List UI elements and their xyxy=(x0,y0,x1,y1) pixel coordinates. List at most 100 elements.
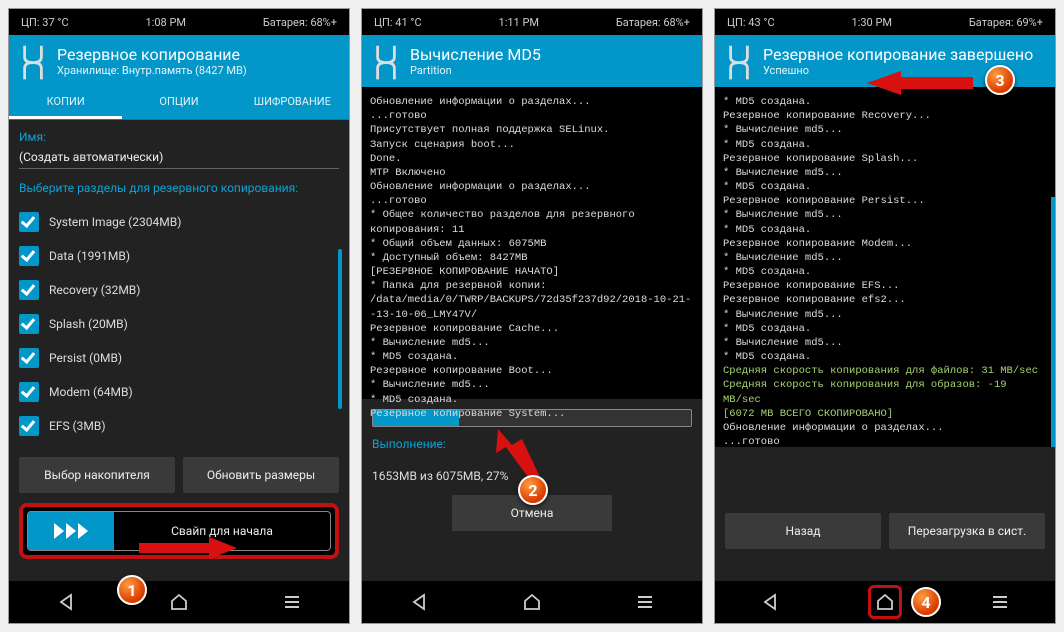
page-subtitle: Хранилище: Внутр.память (8427 MB) xyxy=(57,64,247,77)
menu-icon[interactable] xyxy=(279,589,305,615)
back-icon[interactable] xyxy=(406,589,432,615)
console-line: * Вычисление md5... xyxy=(723,336,1047,350)
swipe-handle-icon[interactable] xyxy=(28,512,114,550)
tab-encryption[interactable]: ШИФРОВАНИЕ xyxy=(236,87,349,119)
checkbox-icon xyxy=(19,382,39,402)
scrollbar-icon[interactable] xyxy=(338,249,342,409)
battery: Батарея: 69%+ xyxy=(969,16,1043,29)
partition-checkbox[interactable]: Persist (0MB) xyxy=(19,341,339,375)
console-line: * Доступный объем: 8427MB xyxy=(370,251,694,265)
console-line: Резервное копирование Boot... xyxy=(370,364,694,378)
screenshot-2: ЦП: 41 °C 1:11 PM Батарея: 68%+ Вычислен… xyxy=(361,8,703,624)
reboot-system-button[interactable]: Перезагрузка в сист. xyxy=(889,513,1045,549)
checkbox-icon xyxy=(19,314,39,334)
console-line: * Вычисление md5... xyxy=(370,378,694,392)
clock: 1:11 PM xyxy=(499,16,539,29)
console-line: ...готово xyxy=(723,435,1047,447)
partition-select-label: Выберите разделы для резервного копирова… xyxy=(19,181,339,195)
page-subtitle: Partition xyxy=(410,64,541,77)
console-line: Присутствует полная поддержка SELinux. xyxy=(370,123,694,137)
console-line: * MD5 создана. xyxy=(723,223,1047,237)
status-bar: ЦП: 37 °C 1:08 PM Батарея: 68%+ xyxy=(9,9,349,35)
console-line: * Общее количество разделов для резервно… xyxy=(370,208,694,236)
console-line: * MD5 создана. xyxy=(370,350,694,364)
screenshot-3: ЦП: 43 °C 1:30 PM Батарея: 69%+ Резервно… xyxy=(714,8,1056,624)
checkbox-icon xyxy=(19,280,39,300)
console-line: * Вычисление md5... xyxy=(723,123,1047,137)
app-header: Резервное копирование Хранилище: Внутр.п… xyxy=(9,35,349,87)
name-label: Имя: xyxy=(19,130,339,144)
twrp-logo-icon xyxy=(372,43,400,79)
console-line: ...готово xyxy=(370,109,694,123)
console-line: * MD5 создана. xyxy=(723,265,1047,279)
nav-bar xyxy=(715,581,1055,623)
battery: Батарея: 68%+ xyxy=(616,16,690,29)
console-line: Обновление информации о разделах... xyxy=(370,95,694,109)
console-line: Резервное копирование Recovery... xyxy=(723,109,1047,123)
console-output: Обновление информации о разделах......го… xyxy=(362,87,702,399)
arrow-icon xyxy=(139,533,239,567)
partition-label: Splash (20MB) xyxy=(49,317,128,331)
console-line: * MD5 создана. xyxy=(723,322,1047,336)
play-icon xyxy=(54,523,64,539)
home-icon[interactable] xyxy=(166,589,192,615)
partition-checkbox[interactable]: System Image (2304MB) xyxy=(19,205,339,239)
console-line: * Папка для резервной копии: /data/media… xyxy=(370,279,694,322)
partition-label: Modem (64MB) xyxy=(49,385,133,399)
backup-name-input[interactable]: (Создать автоматически) xyxy=(19,150,339,169)
status-bar: ЦП: 43 °C 1:30 PM Батарея: 69%+ xyxy=(715,9,1055,35)
console-line: MTP Включено xyxy=(370,166,694,180)
refresh-sizes-button[interactable]: Обновить размеры xyxy=(183,457,339,493)
partition-checkbox[interactable]: Recovery (32MB) xyxy=(19,273,339,307)
storage-select-button[interactable]: Выбор накопителя xyxy=(19,457,175,493)
partition-checkbox[interactable]: EFS (3MB) xyxy=(19,409,339,443)
console-line: Запуск сценария boot... xyxy=(370,138,694,152)
console-line: Done. xyxy=(370,152,694,166)
home-icon[interactable] xyxy=(519,589,545,615)
console-output: * MD5 создана. Резервное копирование Reco… xyxy=(715,87,1055,447)
console-line: * Вычисление md5... xyxy=(723,251,1047,265)
page-title: Вычисление MD5 xyxy=(410,45,541,64)
checkbox-icon xyxy=(19,348,39,368)
partition-label: Persist (0MB) xyxy=(49,351,122,365)
menu-icon[interactable] xyxy=(632,589,658,615)
arrow-icon xyxy=(865,67,975,103)
tab-copies[interactable]: КОПИИ xyxy=(9,87,122,119)
console-line: * Общий объем данных: 6075MB xyxy=(370,237,694,251)
partition-checkbox[interactable]: Splash (20MB) xyxy=(19,307,339,341)
partition-label: Data (1991MB) xyxy=(49,249,130,263)
app-header: Вычисление MD5 Partition xyxy=(362,35,702,87)
console-line: Обновление информации о разделах... xyxy=(723,421,1047,435)
partition-label: System Image (2304MB) xyxy=(49,215,181,229)
annotation-badge: 4 xyxy=(911,587,941,617)
nav-bar xyxy=(9,581,349,623)
console-line: Резервное копирование EFS... xyxy=(723,279,1047,293)
partition-checkbox[interactable]: Data (1991MB) xyxy=(19,239,339,273)
partition-label: EFS (3MB) xyxy=(49,419,106,433)
home-icon[interactable] xyxy=(868,585,902,619)
console-line: * Вычисление md5... xyxy=(370,336,694,350)
button-row: Назад Перезагрузка в сист. xyxy=(715,513,1055,549)
console-line: * MD5 создана. xyxy=(723,180,1047,194)
annotation-badge: 1 xyxy=(117,575,147,605)
menu-icon[interactable] xyxy=(987,589,1013,615)
annotation-badge: 3 xyxy=(985,65,1015,95)
clock: 1:08 PM xyxy=(146,16,186,29)
back-icon[interactable] xyxy=(757,589,783,615)
back-button[interactable]: Назад xyxy=(725,513,881,549)
console-line: * Вычисление md5... xyxy=(723,208,1047,222)
partition-list: System Image (2304MB) Data (1991MB) Reco… xyxy=(19,205,339,443)
page-title: Резервное копирование завершено xyxy=(763,45,1033,64)
battery: Батарея: 68%+ xyxy=(263,16,337,29)
tab-options[interactable]: ОПЦИИ xyxy=(122,87,235,119)
cpu-temp: ЦП: 43 °C xyxy=(727,16,775,29)
scrollbar-icon[interactable] xyxy=(1051,197,1055,447)
back-icon[interactable] xyxy=(53,589,79,615)
partition-checkbox[interactable]: Modem (64MB) xyxy=(19,375,339,409)
page-title: Резервное копирование xyxy=(57,45,247,64)
console-line: Резервное копирование Splash... xyxy=(723,152,1047,166)
play-icon xyxy=(78,523,88,539)
console-line: * MD5 создана. xyxy=(723,138,1047,152)
twrp-logo-icon xyxy=(19,43,47,79)
nav-bar xyxy=(362,581,702,623)
